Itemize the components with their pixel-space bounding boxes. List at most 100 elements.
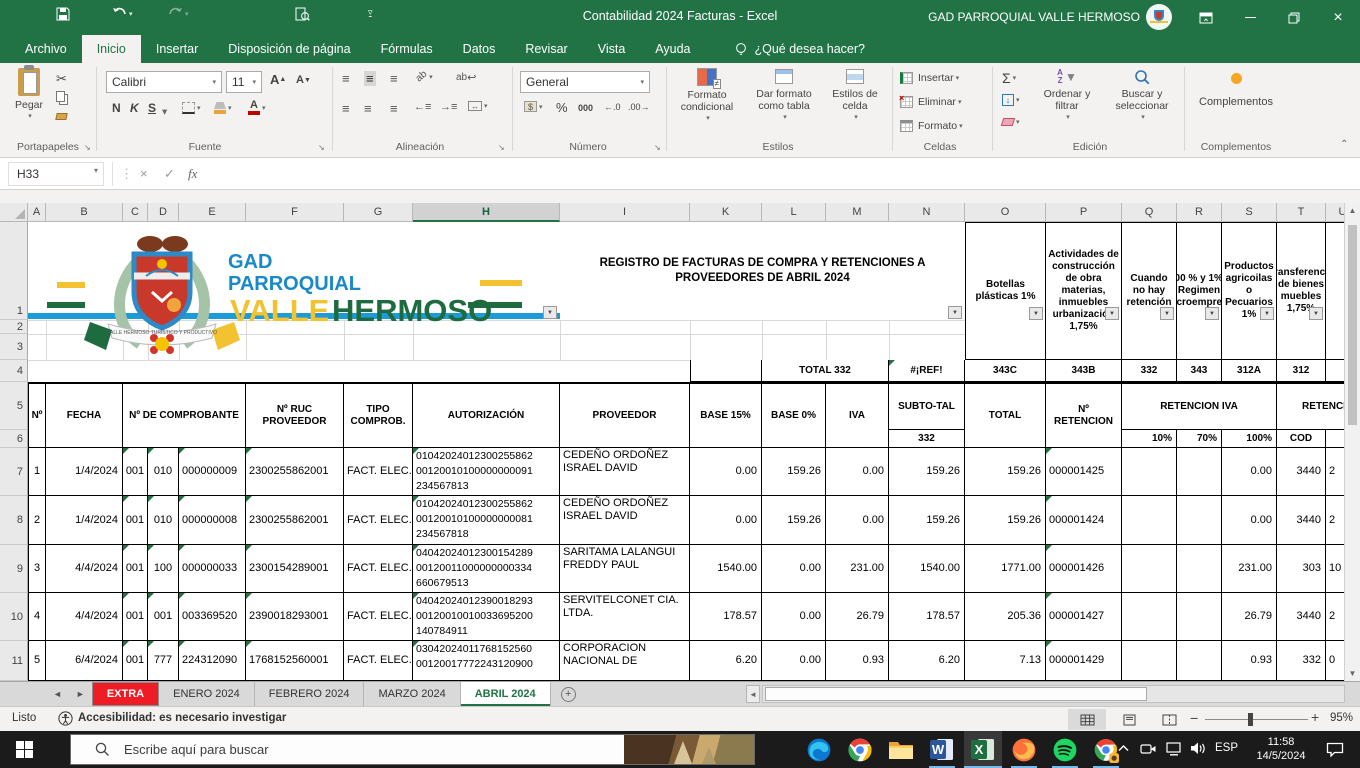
cell-r7-H[interactable]: 01042024012300255862 0012001010000000009… bbox=[413, 448, 560, 496]
filter-header-O[interactable]: Botellas plásticas 1%▼ bbox=[965, 222, 1046, 360]
cell-r9-S[interactable]: 231.00 bbox=[1222, 545, 1277, 593]
cell-r7-S[interactable]: 0.00 bbox=[1222, 448, 1277, 496]
filter-dropdown-icon[interactable]: ▼ bbox=[1029, 307, 1043, 320]
cell-r8-I[interactable]: CEDEÑO ORDOÑEZ ISRAEL DAVID bbox=[560, 496, 690, 545]
cell-K4[interactable] bbox=[690, 360, 762, 382]
filter-dropdown-icon[interactable]: ▼ bbox=[1205, 307, 1219, 320]
column-header-M[interactable]: M bbox=[826, 203, 889, 222]
sheet-tab-enero-2024[interactable]: ENERO 2024 bbox=[159, 682, 255, 706]
cell-r7-T[interactable]: 3440 bbox=[1277, 448, 1326, 496]
taskbar-app-chrome-icon[interactable] bbox=[841, 731, 879, 768]
cell-r9-F[interactable]: 2300154289001 bbox=[246, 545, 344, 593]
cell-r7-C[interactable]: 001 bbox=[123, 448, 148, 496]
zoom-out-button[interactable]: − bbox=[1190, 710, 1198, 726]
header-70pct[interactable]: 70% bbox=[1177, 430, 1222, 448]
action-center-icon[interactable] bbox=[1326, 742, 1344, 757]
cell-r10-T[interactable]: 3440 bbox=[1277, 593, 1326, 641]
sheet-tab-extra[interactable]: EXTRA bbox=[92, 682, 159, 706]
vertical-scroll-thumb[interactable] bbox=[1348, 225, 1357, 425]
cell-r9-L[interactable]: 0.00 bbox=[762, 545, 826, 593]
cell-r10-O[interactable]: 205.36 bbox=[965, 593, 1046, 641]
network-icon[interactable] bbox=[1166, 742, 1182, 756]
filter-dropdown-icon[interactable]: ▼ bbox=[1160, 307, 1174, 320]
cell-r11-I[interactable]: CORPORACION NACIONAL DE bbox=[560, 641, 690, 681]
cell-r7-E[interactable]: 000000009 bbox=[179, 448, 246, 496]
filter-dropdown-icon[interactable]: ▼ bbox=[1309, 307, 1323, 320]
taskbar-app-edge-icon[interactable] bbox=[800, 731, 838, 768]
header-iva[interactable]: IVA bbox=[826, 382, 889, 448]
filter-header-P[interactable]: Actividades de construcción de obra mate… bbox=[1046, 222, 1122, 360]
cell-r11-D[interactable]: 777 bbox=[148, 641, 179, 681]
cell-r10-B[interactable]: 4/4/2024 bbox=[46, 593, 123, 641]
cell-r7-L[interactable]: 159.26 bbox=[762, 448, 826, 496]
taskbar-search[interactable]: Escribe aquí para buscar bbox=[70, 734, 755, 765]
cell-ref-error[interactable]: #¡REF! bbox=[889, 360, 965, 382]
cell-r8-C[interactable]: 001 bbox=[123, 496, 148, 545]
cell-r7-R[interactable] bbox=[1177, 448, 1222, 496]
horizontal-scroll-thumb[interactable] bbox=[765, 687, 1147, 701]
row-header-6[interactable]: 6 bbox=[0, 430, 28, 448]
cell-r8-L[interactable]: 159.26 bbox=[762, 496, 826, 545]
row-header-4[interactable]: 4 bbox=[0, 360, 28, 382]
cell-r11-L[interactable]: 0.00 bbox=[762, 641, 826, 681]
cell-r10-H[interactable]: 04042024012390018293 0012001001003369520… bbox=[413, 593, 560, 641]
taskbar-app-file-explorer-icon[interactable] bbox=[882, 731, 920, 768]
column-header-K[interactable]: K bbox=[690, 203, 762, 222]
cell-r7-F[interactable]: 2300255862001 bbox=[246, 448, 344, 496]
sheet-tab-abril-2024[interactable]: ABRIL 2024 bbox=[461, 682, 551, 706]
cell-r7-P[interactable]: 000001425 bbox=[1046, 448, 1122, 496]
cell-r9-H[interactable]: 04042024012300154289 0012001100000000033… bbox=[413, 545, 560, 593]
cell-r9-N[interactable]: 1540.00 bbox=[889, 545, 965, 593]
filter-header-S[interactable]: Productos agricoilas o Pecuarios 1%▼ bbox=[1222, 222, 1277, 360]
filter-dropdown-icon[interactable]: ▼ bbox=[1260, 307, 1274, 320]
column-header-S[interactable]: S bbox=[1222, 203, 1277, 222]
cell-r10-S[interactable]: 26.79 bbox=[1222, 593, 1277, 641]
header-total[interactable]: TOTAL bbox=[965, 382, 1046, 448]
cell-r8-T[interactable]: 3440 bbox=[1277, 496, 1326, 545]
taskbar-app-spotify-icon[interactable] bbox=[1046, 731, 1084, 768]
cell-r9-C[interactable]: 001 bbox=[123, 545, 148, 593]
cell-code-S[interactable]: 312A bbox=[1222, 360, 1277, 382]
row-header-2[interactable]: 2 bbox=[0, 320, 28, 334]
cell-r11-O[interactable]: 7.13 bbox=[965, 641, 1046, 681]
cell-r11-E[interactable]: 224312090 bbox=[179, 641, 246, 681]
cell-code-O[interactable]: 343C bbox=[965, 360, 1046, 382]
cell-r8-M[interactable]: 0.00 bbox=[826, 496, 889, 545]
column-header-Q[interactable]: Q bbox=[1122, 203, 1177, 222]
cell-r9-M[interactable]: 231.00 bbox=[826, 545, 889, 593]
cell-r7-D[interactable]: 010 bbox=[148, 448, 179, 496]
cell-r10-N[interactable]: 178.57 bbox=[889, 593, 965, 641]
column-header-G[interactable]: G bbox=[344, 203, 413, 222]
cell-r8-F[interactable]: 2300255862001 bbox=[246, 496, 344, 545]
header-base15[interactable]: BASE 15% bbox=[690, 382, 762, 448]
column-header-H[interactable]: H bbox=[413, 203, 560, 222]
cell-r11-H[interactable]: 03042024011768152560 0012001777224312090… bbox=[413, 641, 560, 681]
zoom-level[interactable]: 95% bbox=[1330, 712, 1353, 724]
volume-icon[interactable] bbox=[1190, 741, 1207, 756]
column-header-F[interactable]: F bbox=[246, 203, 344, 222]
cell-r8-R[interactable] bbox=[1177, 496, 1222, 545]
cell-r8-E[interactable]: 000000008 bbox=[179, 496, 246, 545]
cell-code-T[interactable]: 312 bbox=[1277, 360, 1326, 382]
column-header-P[interactable]: P bbox=[1046, 203, 1122, 222]
row-header-5[interactable]: 5 bbox=[0, 382, 28, 430]
cell-r8-G[interactable]: FACT. ELEC. bbox=[344, 496, 413, 545]
filter-dropdown-logo-cell[interactable]: ▼ bbox=[543, 306, 557, 319]
cell-r7-Q[interactable] bbox=[1122, 448, 1177, 496]
cell-r7-A[interactable]: 1 bbox=[28, 448, 46, 496]
zoom-slider-thumb[interactable] bbox=[1248, 713, 1253, 726]
hscroll-left-icon[interactable]: ◄ bbox=[746, 685, 760, 703]
taskbar-app-excel-icon[interactable]: X bbox=[964, 731, 1002, 768]
header-subtotal[interactable]: SUBTO-TAL bbox=[889, 382, 965, 430]
cell-r8-S[interactable]: 0.00 bbox=[1222, 496, 1277, 545]
column-header-O[interactable]: O bbox=[965, 203, 1046, 222]
header-tipo[interactable]: TIPO COMPROB. bbox=[344, 382, 413, 448]
sheet-tab-febrero-2024[interactable]: FEBRERO 2024 bbox=[255, 682, 365, 706]
cell-r11-Q[interactable] bbox=[1122, 641, 1177, 681]
header-comprobante[interactable]: Nº DE COMPROBANTE bbox=[123, 382, 246, 448]
view-normal-icon[interactable] bbox=[1068, 709, 1106, 730]
header-base0[interactable]: BASE 0% bbox=[762, 382, 826, 448]
column-header-D[interactable]: D bbox=[148, 203, 179, 222]
column-header-C[interactable]: C bbox=[123, 203, 148, 222]
filter-header-Q[interactable]: Cuando no hay retención▼ bbox=[1122, 222, 1177, 360]
